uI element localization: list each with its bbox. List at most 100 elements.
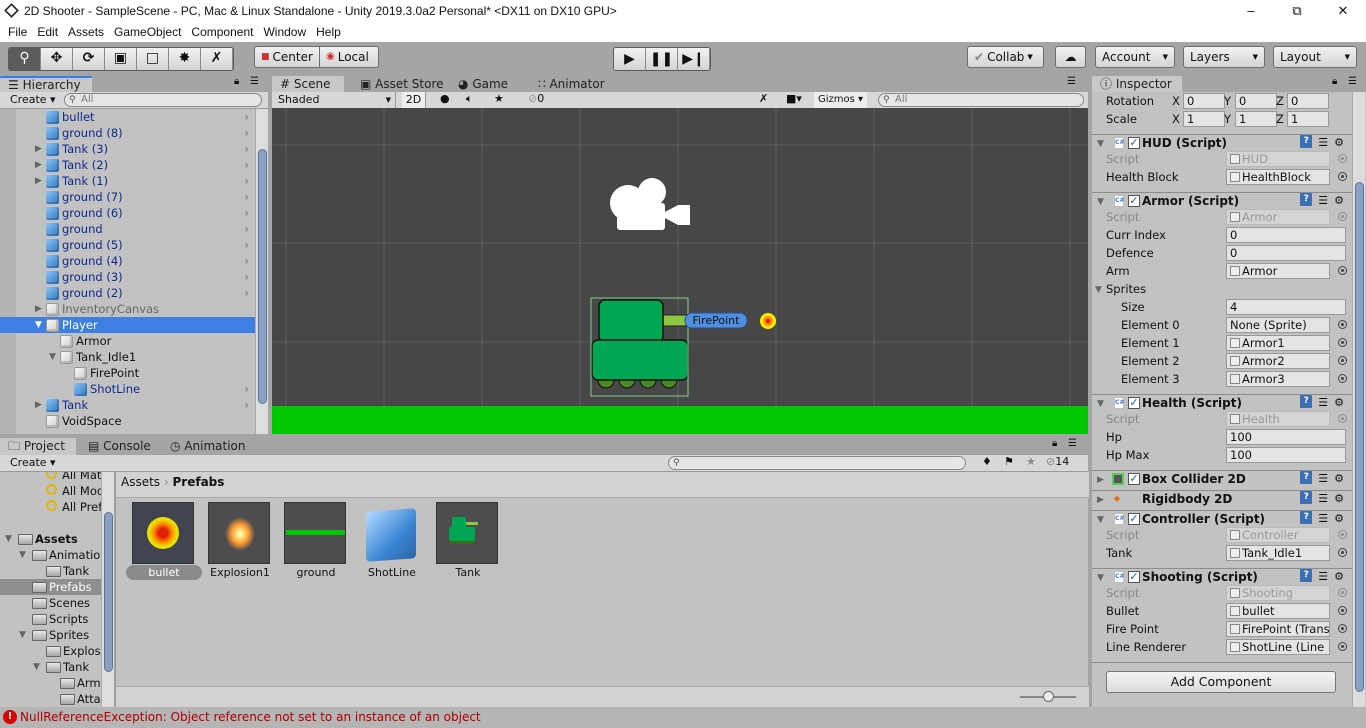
status-message[interactable]: NullReferenceException: Object reference… [20, 710, 481, 724]
expand-arrow-icon[interactable]: ▼ [35, 317, 42, 333]
transform-tool-icon[interactable]: ✸ [169, 48, 201, 70]
pivot-local-button[interactable]: ◉ Local [319, 46, 379, 68]
open-prefab-chevron-icon[interactable]: › [244, 381, 249, 397]
status-bar[interactable]: ! NullReferenceException: Object referen… [0, 707, 1366, 728]
collapse-arrow-icon[interactable]: ▶ [35, 173, 42, 189]
value-field[interactable]: 4 [1226, 299, 1346, 315]
preset-icon[interactable]: ☰ [1318, 491, 1328, 507]
object-field[interactable]: Armor1 [1226, 335, 1330, 351]
component-enabled-checkbox[interactable]: ✓ [1128, 513, 1140, 525]
2d-toggle[interactable]: 2D [402, 92, 426, 108]
menu-gameobject[interactable]: GameObject [114, 22, 187, 42]
help-icon[interactable]: ? [1300, 471, 1313, 484]
asset-label[interactable]: Explosion1 [202, 565, 278, 580]
play-button[interactable]: ▶ [614, 48, 646, 70]
object-field[interactable]: ShotLine (Line I [1226, 639, 1330, 655]
panel-menu-icon[interactable]: ☰ [1348, 76, 1357, 87]
open-prefab-chevron-icon[interactable]: › [244, 173, 249, 189]
scroll-thumb[interactable] [258, 149, 267, 404]
project-tree-item[interactable]: Atta [0, 691, 101, 707]
expand-arrow-icon[interactable]: ▼ [33, 659, 40, 675]
tab-console[interactable]: ▤ Console [80, 438, 159, 454]
object-field[interactable]: Armor3 [1226, 371, 1330, 387]
lighting-toggle-icon[interactable]: ● [440, 92, 450, 105]
tab-project[interactable]: 🗀︎ Project [0, 438, 76, 455]
project-tree-item[interactable]: ▼ Tank [0, 659, 101, 675]
tab-inspector[interactable]: ⓘ Inspector [1092, 76, 1182, 92]
asset-thumbnail-tank[interactable] [436, 502, 498, 564]
project-tree-item[interactable]: Explos [0, 643, 101, 659]
object-picker-icon[interactable] [1338, 266, 1347, 275]
component-header[interactable]: ▼ C# ✓ Armor (Script)? ☰ ⚙ [1092, 193, 1352, 209]
scale-z-field[interactable]: 1 [1287, 111, 1329, 127]
object-picker-icon[interactable] [1338, 374, 1347, 383]
icon-size-slider-handle[interactable] [1043, 691, 1054, 702]
open-prefab-chevron-icon[interactable]: › [244, 221, 249, 237]
hierarchy-item[interactable]: bullet › [0, 109, 255, 125]
foldout-collapsed-icon[interactable]: ▶ [1097, 472, 1104, 488]
hierarchy-item[interactable]: ground (7) › [0, 189, 255, 205]
expand-arrow-icon[interactable]: ▼ [49, 349, 56, 365]
tank-body[interactable] [591, 339, 689, 381]
create-dropdown[interactable]: Create ▾ [10, 93, 56, 106]
component-header[interactable]: ▼ C# ✓ Health (Script)? ☰ ⚙ [1092, 395, 1352, 411]
menu-component[interactable]: Component [191, 22, 259, 42]
lock-icon[interactable]: 🔒︎ [1332, 76, 1337, 87]
project-tree-item[interactable]: ▼ Assets [0, 531, 101, 547]
close-button[interactable]: ✕ [1320, 0, 1366, 22]
open-prefab-chevron-icon[interactable]: › [244, 269, 249, 285]
scale-x-field[interactable]: 1 [1183, 111, 1225, 127]
scene-viewport[interactable]: FirePoint [272, 108, 1088, 434]
inspector-scrollbar[interactable] [1352, 92, 1365, 707]
menu-edit[interactable]: Edit [37, 22, 64, 42]
hierarchy-item[interactable]: ground (6) › [0, 205, 255, 221]
scale-tool-icon[interactable]: ▣ [105, 48, 137, 70]
open-prefab-chevron-icon[interactable]: › [244, 253, 249, 269]
pause-button[interactable]: ❚❚ [646, 48, 678, 70]
panel-menu-icon[interactable]: ☰ [1068, 438, 1077, 449]
rotation-z-field[interactable]: 0 [1287, 93, 1329, 109]
rotation-x-field[interactable]: 0 [1183, 93, 1225, 109]
component-enabled-checkbox[interactable]: ✓ [1128, 473, 1140, 485]
project-tree-item[interactable]: Scenes [0, 595, 101, 611]
object-field[interactable]: None (Sprite) [1226, 317, 1330, 333]
add-component-button[interactable]: Add Component [1106, 671, 1336, 693]
object-picker-icon[interactable] [1338, 172, 1347, 181]
asset-label[interactable]: ground [278, 565, 354, 580]
component-enabled-checkbox[interactable]: ✓ [1128, 397, 1140, 409]
hierarchy-item[interactable]: ground (5) › [0, 237, 255, 253]
hierarchy-item[interactable]: VoidSpace [0, 413, 255, 429]
hierarchy-item[interactable]: Armor [0, 333, 255, 349]
effects-toggle-icon[interactable]: ★ [494, 92, 504, 105]
tab-animation[interactable]: ◷ Animation [162, 438, 254, 454]
panel-menu-icon[interactable]: ☰ [250, 76, 259, 87]
hierarchy-item[interactable]: FirePoint [0, 365, 255, 381]
value-field[interactable]: 0 [1226, 227, 1346, 243]
scroll-thumb[interactable] [104, 512, 113, 672]
tab-scene[interactable]: # Scene [272, 76, 344, 92]
project-tree-item[interactable]: All Materi [0, 472, 101, 483]
open-prefab-chevron-icon[interactable]: › [244, 157, 249, 173]
open-prefab-chevron-icon[interactable]: › [244, 189, 249, 205]
tab-animator[interactable]: ∷ Animator [530, 76, 613, 92]
hierarchy-item[interactable]: ▶ Tank (2) › [0, 157, 255, 173]
value-field[interactable]: 100 [1226, 447, 1346, 463]
value-field[interactable]: 100 [1226, 429, 1346, 445]
hierarchy-item[interactable]: ground (2) › [0, 285, 255, 301]
open-prefab-chevron-icon[interactable]: › [244, 397, 249, 413]
create-dropdown[interactable]: Create ▾ [10, 456, 56, 469]
breadcrumb-prefabs[interactable]: Prefabs [173, 475, 225, 489]
maximize-button[interactable]: ⧉ [1274, 0, 1320, 22]
step-button[interactable]: ▶❙ [678, 48, 710, 70]
preset-icon[interactable]: ☰ [1318, 511, 1328, 527]
preset-icon[interactable]: ☰ [1318, 135, 1328, 151]
cloud-button[interactable]: ☁ [1055, 46, 1086, 68]
scale-y-field[interactable]: 1 [1235, 111, 1277, 127]
gizmos-dropdown[interactable]: Gizmos ▾ [814, 92, 868, 108]
object-picker-icon[interactable] [1338, 642, 1347, 651]
hierarchy-item[interactable]: ground (4) › [0, 253, 255, 269]
hierarchy-item[interactable]: ▼ Tank_Idle1 [0, 349, 255, 365]
expand-arrow-icon[interactable]: ▼ [5, 531, 12, 547]
hand-tool-icon[interactable]: ⚲ [9, 48, 41, 70]
component-enabled-checkbox[interactable]: ✓ [1128, 137, 1140, 149]
